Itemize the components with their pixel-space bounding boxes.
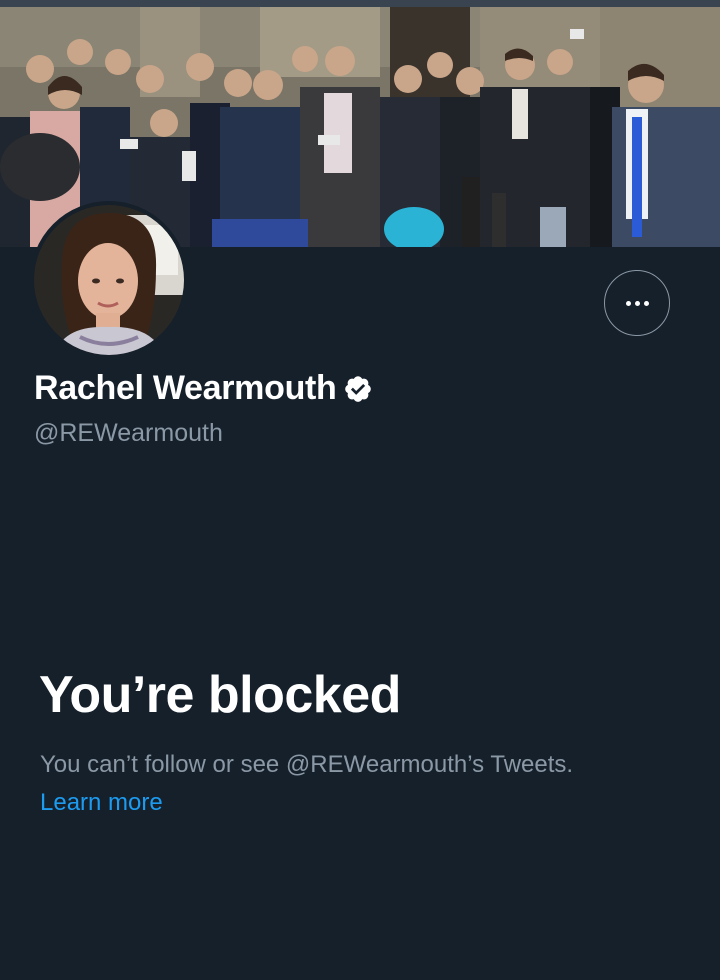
avatar-image (34, 205, 184, 355)
name-row: Rachel Wearmouth (34, 366, 373, 410)
more-horizontal-icon (625, 300, 649, 306)
blocked-title: You’re blocked (39, 666, 401, 724)
profile-handle: @REWearmouth (34, 419, 223, 447)
learn-more-link[interactable]: Learn more (40, 787, 163, 819)
more-options-button[interactable] (604, 270, 670, 336)
profile-avatar[interactable] (30, 201, 188, 359)
display-name: Rachel Wearmouth (34, 369, 337, 407)
verified-badge-icon[interactable] (343, 374, 373, 404)
blocked-description: You can’t follow or see @REWearmouth’s T… (40, 751, 574, 778)
top-edge-strip (0, 0, 720, 7)
profile-page: Rachel Wearmouth @REWearmouth You’re blo… (0, 0, 720, 980)
